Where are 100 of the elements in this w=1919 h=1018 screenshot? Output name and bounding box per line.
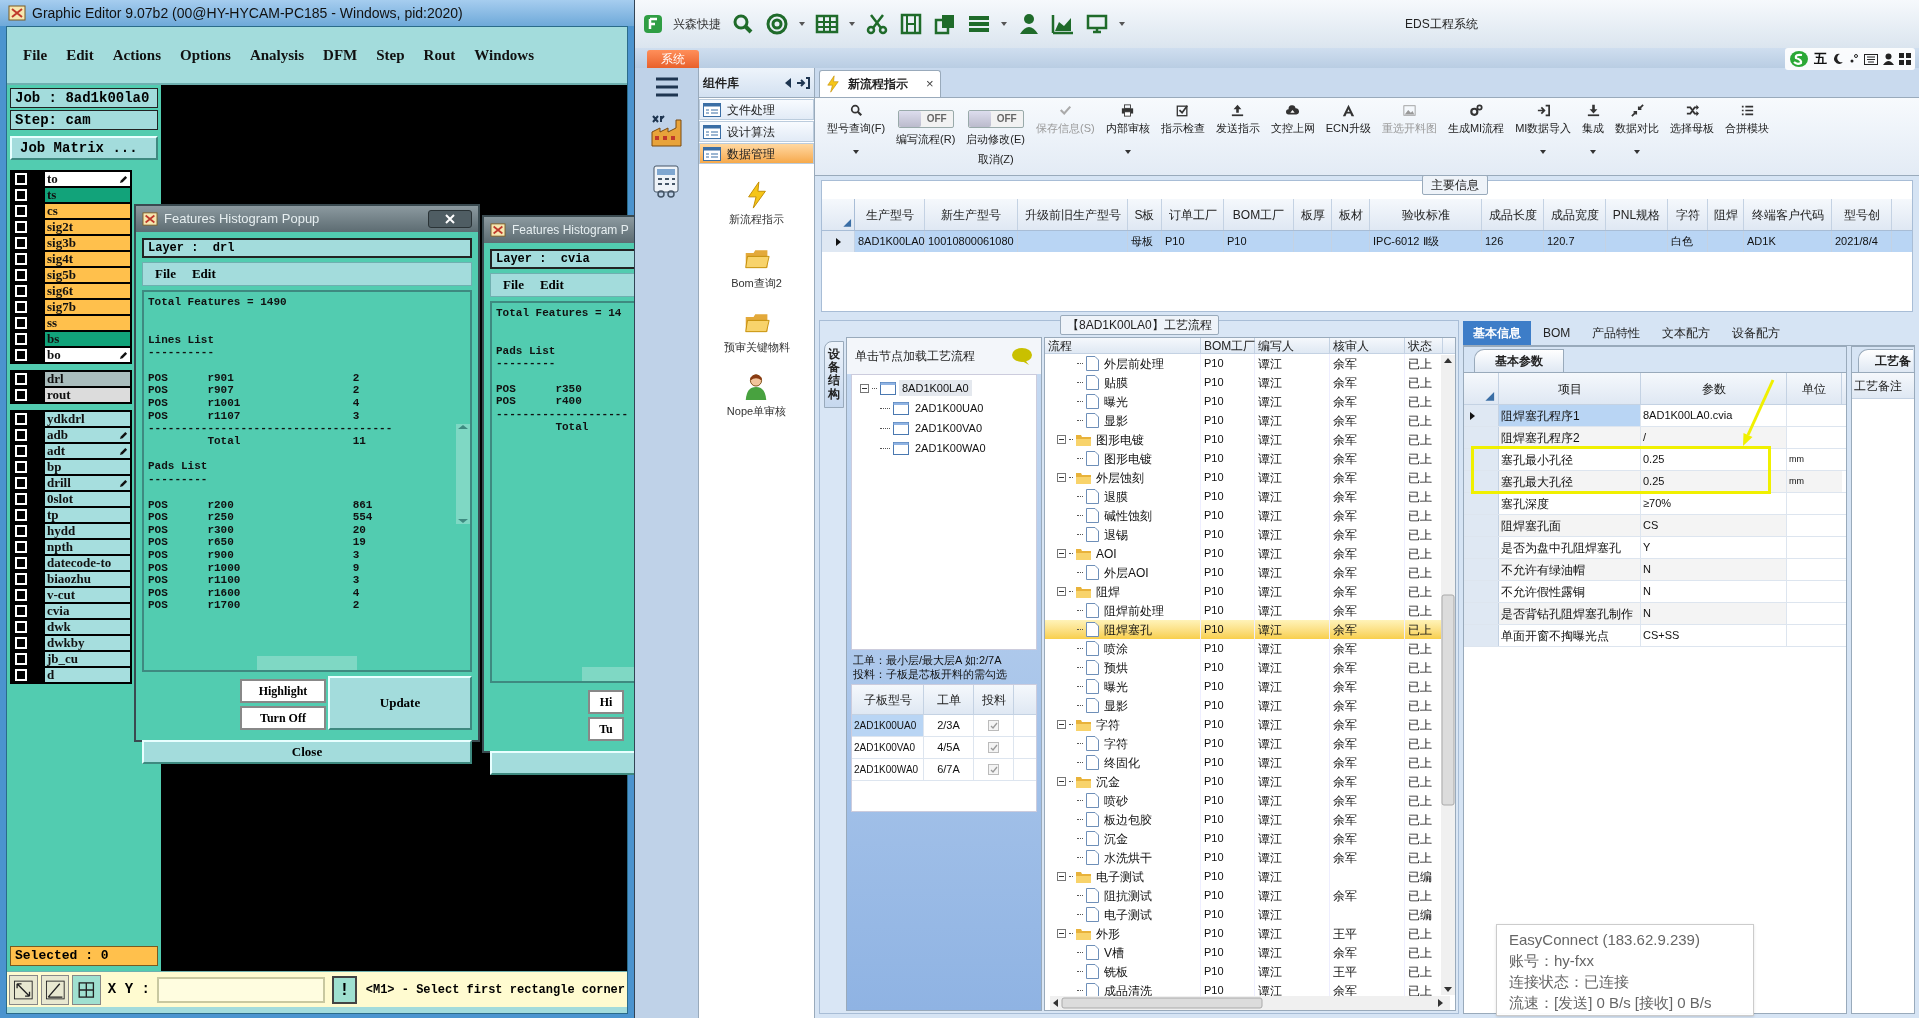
column-header[interactable]: 型号创 <box>1832 199 1892 230</box>
layer-item[interactable]: rout <box>45 388 130 402</box>
row-header[interactable] <box>822 231 855 252</box>
layer-checkbox[interactable] <box>15 525 27 537</box>
table-cell[interactable]: 单面开窗不掏曝光点 <box>1499 625 1641 646</box>
table-cell[interactable]: 不允许有绿油帽 <box>1499 559 1641 580</box>
layer-checkbox[interactable] <box>15 413 27 425</box>
layer-checkbox[interactable] <box>15 477 27 489</box>
layer-item[interactable]: ydkdrl <box>45 412 130 426</box>
expander[interactable] <box>1057 777 1066 786</box>
layer-item[interactable]: jb_cu <box>45 652 130 666</box>
column-header[interactable]: 成品宽度 <box>1544 199 1606 230</box>
menu-item[interactable]: File <box>23 43 48 67</box>
category-item[interactable]: 数据管理 <box>699 143 814 164</box>
grid-icon[interactable] <box>1899 53 1911 65</box>
checkbox[interactable] <box>988 742 999 753</box>
toolbar-button[interactable]: 选择母板 <box>1670 104 1715 137</box>
column-header[interactable]: 核审人 <box>1330 338 1405 353</box>
layer-checkbox[interactable] <box>15 541 27 553</box>
monitor-icon[interactable] <box>1085 12 1109 36</box>
layer-checkbox[interactable] <box>15 557 27 569</box>
toolbar-label[interactable]: 取消(Z) <box>977 150 1014 167</box>
toolbar-button[interactable]: MI数据导入 <box>1515 104 1572 154</box>
table-cell[interactable]: 塞孔最小孔径 <box>1499 449 1641 470</box>
document-tab[interactable]: 新流程指示 × <box>819 70 941 97</box>
layer-item[interactable]: tp <box>45 508 130 522</box>
expander[interactable] <box>1057 872 1066 881</box>
copy-icon[interactable] <box>933 12 957 36</box>
layer-item[interactable]: bp <box>45 460 130 474</box>
layer-checkbox[interactable] <box>15 445 27 457</box>
vertical-scrollbar[interactable] <box>1441 354 1455 996</box>
menu-item[interactable]: File <box>155 264 176 284</box>
layer-item[interactable]: biaozhu <box>45 572 130 586</box>
column-header[interactable]: 阻焊 <box>1708 199 1744 230</box>
layer-checkbox[interactable] <box>15 605 27 617</box>
layer-checkbox[interactable] <box>15 573 27 585</box>
toolbar-button[interactable]: 发送指示 <box>1215 104 1260 137</box>
menu-item[interactable]: Windows <box>474 43 534 67</box>
column-header[interactable]: 子板型号 <box>852 685 924 714</box>
tab[interactable]: 基本信息 <box>1463 321 1531 345</box>
toolbar-button[interactable]: 文控上网 <box>1270 104 1315 137</box>
alert-button[interactable]: ! <box>331 975 357 1004</box>
tab[interactable]: 设备配方 <box>1722 321 1791 345</box>
expander[interactable] <box>1057 720 1066 729</box>
column-header[interactable]: 状态 <box>1405 338 1443 353</box>
menu-item[interactable]: Actions <box>112 43 161 67</box>
factory-icon[interactable] <box>649 114 684 148</box>
layer-checkbox[interactable] <box>15 285 27 297</box>
turn-off-button[interactable]: Tu <box>588 717 624 741</box>
layer-item[interactable]: sig4t <box>45 252 130 266</box>
menu-item[interactable]: Analysis <box>249 43 305 67</box>
tab-close-button[interactable]: × <box>926 74 934 94</box>
column-header[interactable]: 参数 <box>1641 373 1787 404</box>
layer-item[interactable]: 0slot <box>45 492 130 506</box>
menu-item[interactable]: File <box>503 275 524 295</box>
layer-checkbox[interactable] <box>15 589 27 601</box>
toolbar-button[interactable]: 型号查询(F) <box>827 104 886 154</box>
layer-checkbox[interactable] <box>15 333 27 345</box>
layer-checkbox[interactable] <box>15 269 27 281</box>
layer-checkbox[interactable] <box>15 373 27 385</box>
layer-checkbox[interactable] <box>15 653 27 665</box>
sign-in-icon[interactable] <box>796 76 810 89</box>
highlight-button[interactable]: Hi <box>588 690 624 714</box>
layer-checkbox[interactable] <box>15 493 27 505</box>
column-header[interactable]: 板厚 <box>1294 199 1332 230</box>
launcher-label[interactable]: Bom查询2 <box>731 274 782 292</box>
coordinate-input[interactable] <box>156 976 325 1003</box>
toggle-switch[interactable]: OFF <box>967 110 1024 128</box>
layer-item[interactable]: cvia <box>45 604 130 618</box>
expander[interactable] <box>1057 929 1066 938</box>
layer-item[interactable]: sig7b <box>45 300 130 314</box>
close-button[interactable]: Close <box>142 740 472 764</box>
left-arrow-icon[interactable] <box>784 77 792 88</box>
ime-logo-icon[interactable] <box>1789 50 1809 68</box>
menu-item[interactable]: DFM <box>323 43 358 67</box>
table-cell[interactable]: 不允许假性露铜 <box>1499 581 1641 602</box>
layer-item[interactable]: drl <box>45 372 130 386</box>
menu-item[interactable]: Step <box>376 43 405 67</box>
close-button[interactable] <box>428 210 472 228</box>
layer-checkbox[interactable] <box>15 389 27 401</box>
expander[interactable] <box>1057 435 1066 444</box>
layer-checkbox[interactable] <box>15 189 27 201</box>
column-header[interactable]: S板 <box>1128 199 1162 230</box>
layer-checkbox[interactable] <box>15 221 27 233</box>
layer-item[interactable]: ss <box>45 316 130 330</box>
table-cell[interactable]: 2AD1K00UA0 <box>852 715 924 736</box>
table-cell[interactable]: 是否背钻孔阻焊塞孔制作 <box>1499 603 1641 624</box>
layer-item[interactable]: sig2t <box>45 220 130 234</box>
layer-checkbox[interactable] <box>15 301 27 313</box>
search-icon[interactable] <box>731 12 755 36</box>
layer-checkbox[interactable] <box>15 317 27 329</box>
scissors-icon[interactable] <box>865 12 889 36</box>
checkbox[interactable] <box>988 720 999 731</box>
column-header[interactable]: BOM工厂 <box>1224 199 1294 230</box>
table-cell[interactable]: 2AD1K00WA0 <box>852 759 924 780</box>
launcher-label[interactable]: 新流程指示 <box>729 210 784 228</box>
table-cell[interactable]: 阻焊塞孔面 <box>1499 515 1641 536</box>
layer-item[interactable]: drill <box>45 476 130 490</box>
caret-icon[interactable] <box>799 22 805 26</box>
sub-tab[interactable]: 基本参数 <box>1474 349 1564 372</box>
